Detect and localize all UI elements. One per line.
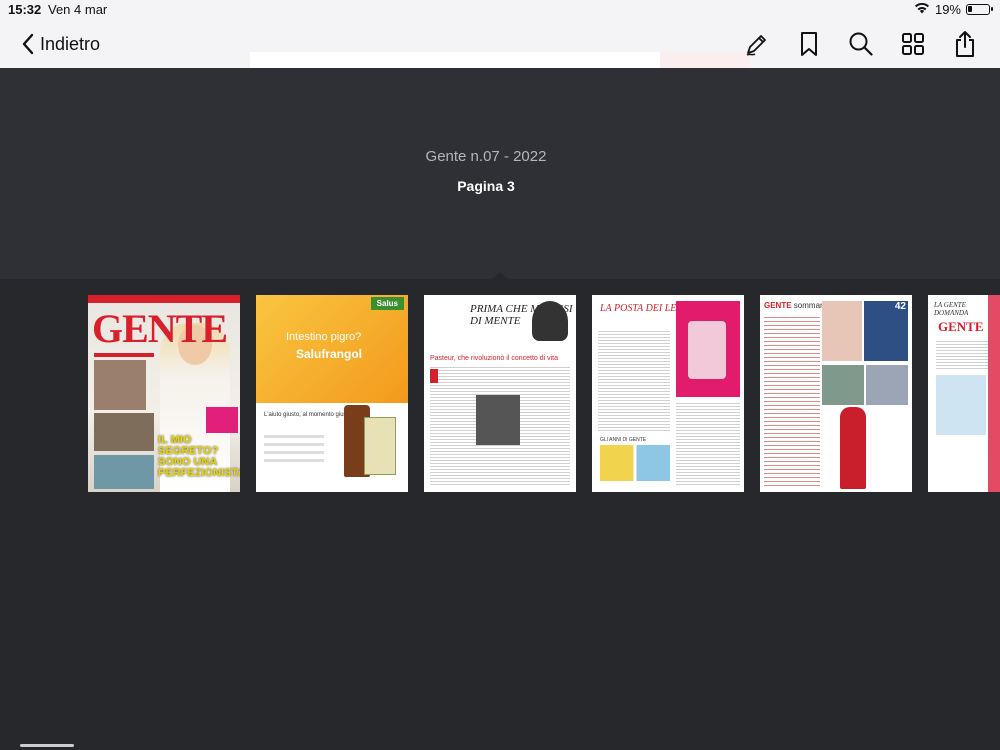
annotate-icon <box>746 35 766 56</box>
ad-question: Intestino pigro? <box>286 331 362 343</box>
grid-view-button[interactable] <box>898 29 928 59</box>
page-thumbnail-article[interactable]: PRIMA CHE MI PASSI DI MENTE Pasteur, che… <box>424 295 576 492</box>
chevron-left-icon <box>22 33 34 55</box>
summary-page-number: 42 <box>894 301 906 312</box>
letters-body-text-right <box>676 403 740 487</box>
home-indicator[interactable] <box>20 744 74 747</box>
document-title: Gente n.07 - 2022 <box>425 148 547 165</box>
search-button[interactable] <box>846 29 876 59</box>
bookmark-button[interactable] <box>794 29 824 59</box>
back-label: Indietro <box>40 33 101 54</box>
battery-icon <box>966 4 993 15</box>
cover-inset-photo <box>94 360 146 410</box>
article-photo <box>476 395 520 445</box>
answers-brand: GENTE <box>938 319 984 334</box>
wifi-icon <box>914 2 930 17</box>
status-bar: 15:32 Ven 4 mar 19% <box>0 0 1000 20</box>
letters-section-label: GLI ANNI DI GENTE <box>600 437 647 443</box>
page-thumbnail-answers[interactable]: LA GENTE DOMANDA GENTE <box>928 295 1000 492</box>
battery-fill <box>968 6 972 12</box>
letters-body-text <box>598 331 670 431</box>
status-date: Ven 4 mar <box>48 2 108 17</box>
summary-brand: GENTE <box>764 301 792 310</box>
toolbar <box>742 29 980 59</box>
cover-inset-photo <box>94 413 154 451</box>
summary-title: GENTE sommario <box>764 301 829 310</box>
search-icon <box>849 32 873 56</box>
summary-list <box>764 317 820 487</box>
back-button[interactable]: Indietro <box>22 30 100 58</box>
cover-side-bar <box>94 353 154 357</box>
cover-headline: IL MIO SEGRETO? SONO UNA PERFEZIONISTA <box>158 434 240 479</box>
next-page-edge <box>988 295 1000 492</box>
navigation-bar: 15:32 Ven 4 mar 19% Indietro <box>0 0 1000 68</box>
thumbnail-strip[interactable]: GENTE IL MIO SEGRETO? SONO UNA PERFEZION… <box>0 279 1000 750</box>
summary-red-dress-photo <box>840 407 866 489</box>
battery-percent: 19% <box>934 2 961 17</box>
thumbnail-list: GENTE IL MIO SEGRETO? SONO UNA PERFEZION… <box>88 295 1000 492</box>
page-preview-edge-right <box>660 52 750 68</box>
page-thumbnail-summary[interactable]: GENTE sommario 42 <box>760 295 912 492</box>
cover-top-band <box>88 295 240 303</box>
popover-arrow <box>492 272 508 279</box>
ad-brand: Salus <box>370 297 404 310</box>
cover-inset-photo <box>94 455 154 489</box>
ad-product: Salufrangol <box>296 347 363 361</box>
ad-tagline: L'aiuto giusto, al momento giusto. <box>264 412 354 418</box>
bookmark-icon <box>801 32 817 56</box>
summary-photo <box>822 365 864 405</box>
ad-body-text <box>264 435 324 467</box>
article-author-photo <box>532 301 568 341</box>
current-page-label: Pagina 3 <box>457 178 515 194</box>
summary-photo <box>822 301 862 361</box>
status-indicators: 19% <box>914 2 993 17</box>
cover-pink-label <box>206 407 238 433</box>
status-time: 15:32 <box>8 2 42 17</box>
cover-masthead: GENTE <box>92 306 228 351</box>
page-thumbnail-cover[interactable]: GENTE IL MIO SEGRETO? SONO UNA PERFEZION… <box>88 295 240 492</box>
page-thumbnail-letters[interactable]: LA POSTA DEI LETTORI GLI ANNI DI GENTE <box>592 295 744 492</box>
answers-body-text <box>936 341 994 371</box>
answers-box <box>936 375 986 435</box>
share-button[interactable] <box>950 29 980 59</box>
ad-box-image <box>364 417 396 475</box>
share-icon <box>956 31 974 57</box>
article-dropcap <box>430 369 438 383</box>
grid-icon <box>902 33 924 55</box>
article-subhead: Pasteur, che rivoluzionò il concetto di … <box>430 355 559 362</box>
letters-phone-image <box>688 321 726 379</box>
page-thumbnail-ad[interactable]: Salus Intestino pigro? Salufrangol L'aiu… <box>256 295 408 492</box>
page-info-panel: Gente n.07 - 2022 Pagina 3 <box>0 68 1000 279</box>
letters-photos <box>600 445 670 481</box>
annotate-button[interactable] <box>742 29 772 59</box>
summary-photo <box>866 365 908 405</box>
